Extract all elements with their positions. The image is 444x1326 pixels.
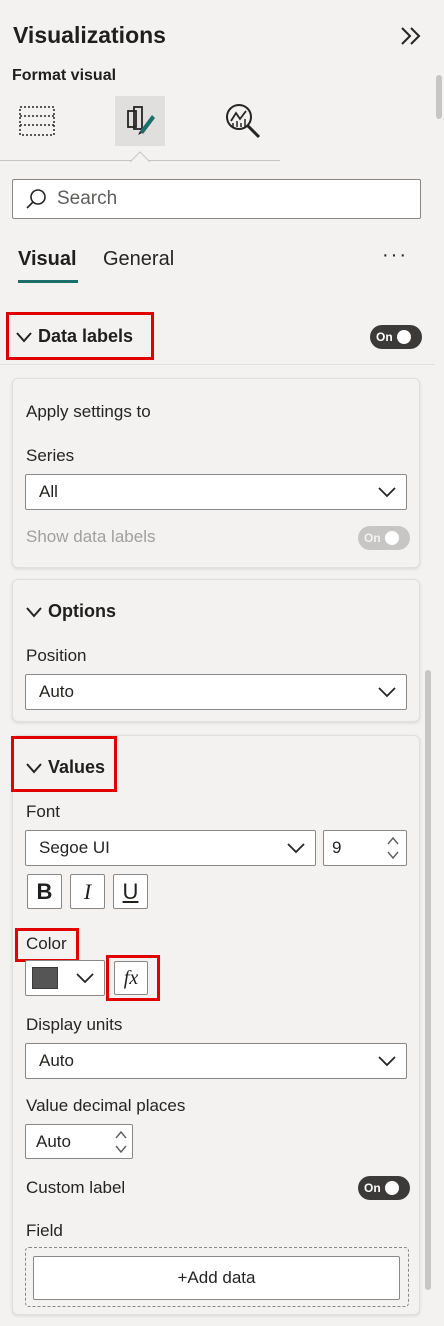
custom-label-label: Custom label	[26, 1178, 126, 1197]
toggle-label: On	[376, 330, 393, 344]
double-chevron-right-icon[interactable]	[398, 24, 424, 48]
toggle-label: On	[364, 531, 381, 545]
chevron-down-icon	[287, 843, 305, 854]
chevron-down-icon	[26, 762, 42, 774]
show-data-labels-toggle[interactable]: On	[358, 526, 410, 550]
search-input[interactable]: Search	[12, 179, 421, 219]
section-divider	[0, 364, 434, 365]
spinner-arrows-icon[interactable]	[114, 1129, 128, 1155]
position-label: Position	[26, 646, 87, 665]
bold-button[interactable]: B	[27, 874, 62, 909]
underline-button[interactable]: U	[113, 874, 148, 909]
font-size-value: 9	[332, 838, 342, 857]
chevron-down-icon	[378, 487, 396, 498]
toggle-knob	[384, 1181, 399, 1195]
position-value: Auto	[39, 682, 74, 701]
display-units-label: Display units	[26, 1015, 123, 1034]
display-units-value: Auto	[39, 1051, 74, 1070]
chevron-down-icon	[26, 606, 42, 618]
series-value: All	[39, 482, 58, 501]
apply-settings-title: Apply settings to	[26, 402, 151, 421]
series-dropdown[interactable]: All	[25, 474, 407, 510]
font-family-dropdown[interactable]: Segoe UI	[25, 830, 316, 866]
more-options-icon[interactable]: ···	[382, 244, 408, 267]
data-labels-header[interactable]: Data labels	[16, 326, 133, 347]
conditional-formatting-fx-button[interactable]: fx	[114, 961, 148, 995]
color-picker[interactable]	[25, 960, 105, 996]
active-tab-notch	[129, 150, 151, 170]
pane-scrollbar[interactable]	[425, 670, 431, 1290]
color-label: Color	[26, 934, 67, 953]
decimal-places-stepper[interactable]: Auto	[25, 1124, 133, 1159]
chevron-down-icon	[16, 331, 32, 343]
decimal-places-value: Auto	[36, 1131, 71, 1151]
search-icon	[26, 189, 46, 209]
options-title: Options	[48, 601, 116, 621]
toggle-knob	[396, 330, 411, 344]
tab-visual-underline	[18, 280, 78, 283]
toggle-label: On	[364, 1181, 381, 1195]
show-data-labels-label: Show data labels	[26, 527, 156, 546]
options-header[interactable]: Options	[26, 601, 116, 622]
chevron-down-icon	[378, 1056, 396, 1067]
color-swatch	[32, 967, 58, 989]
font-family-value: Segoe UI	[39, 838, 110, 857]
decimal-places-label: Value decimal places	[26, 1096, 186, 1115]
tab-general[interactable]: General	[103, 248, 174, 271]
font-label: Font	[26, 802, 61, 821]
italic-button[interactable]: I	[70, 874, 105, 909]
chevron-down-icon	[76, 973, 94, 984]
add-data-button[interactable]: +Add data	[33, 1256, 400, 1300]
spinner-arrows-icon[interactable]	[386, 835, 400, 861]
toggle-knob	[384, 531, 399, 545]
format-brush-icon[interactable]	[115, 96, 165, 146]
position-dropdown[interactable]: Auto	[25, 674, 407, 710]
outer-scrollbar-thumb[interactable]	[436, 75, 442, 119]
pane-title: Visualizations	[13, 22, 166, 48]
values-title: Values	[48, 757, 106, 777]
chevron-down-icon	[378, 687, 396, 698]
data-labels-toggle[interactable]: On	[370, 325, 422, 349]
series-label: Series	[26, 446, 75, 465]
font-size-stepper[interactable]: 9	[323, 830, 407, 866]
pane-subtitle: Format visual	[12, 67, 117, 84]
build-visual-grid-icon[interactable]	[12, 96, 62, 146]
values-header[interactable]: Values	[26, 757, 105, 778]
display-units-dropdown[interactable]: Auto	[25, 1043, 407, 1079]
custom-label-toggle[interactable]: On	[358, 1176, 410, 1200]
tab-visual[interactable]: Visual	[18, 248, 77, 271]
data-labels-title: Data labels	[38, 326, 134, 346]
field-label: Field	[26, 1221, 63, 1240]
search-placeholder: Search	[57, 188, 118, 209]
analytics-magnifier-icon[interactable]	[218, 96, 268, 146]
